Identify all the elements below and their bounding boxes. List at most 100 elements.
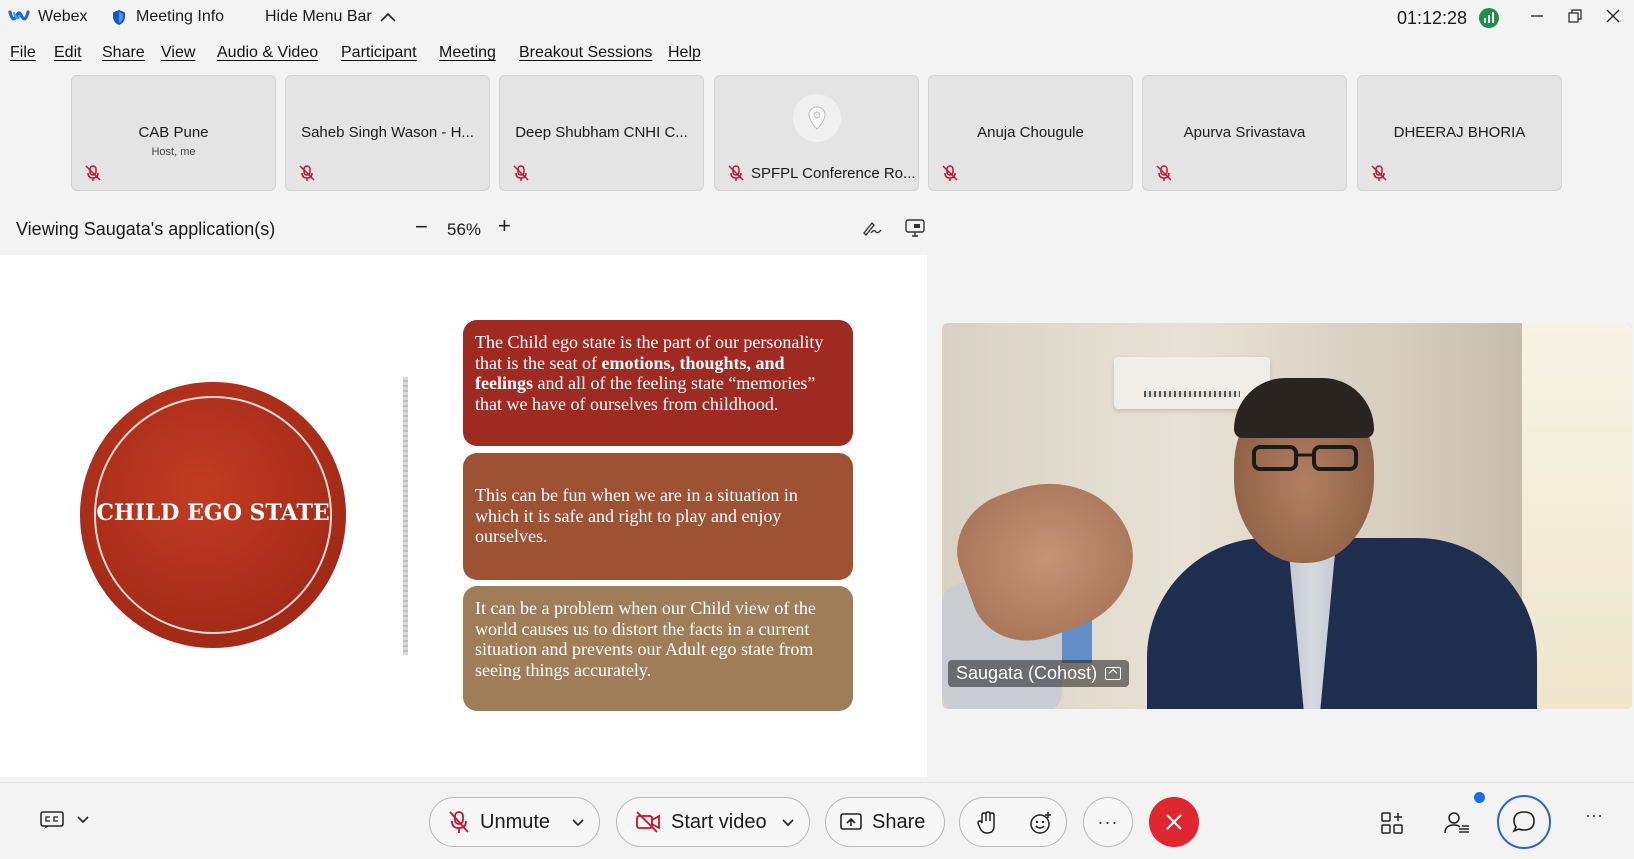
share-screen-icon [840,813,862,830]
muted-mic-icon [728,165,744,181]
menu-file[interactable]: File [10,44,36,62]
chat-button[interactable] [1497,795,1551,849]
muted-mic-icon [1156,165,1172,181]
minimize-button[interactable] [1522,4,1552,28]
start-video-label: Start video [671,810,767,833]
raise-hand-button[interactable] [960,798,1014,848]
location-pin-icon [808,106,826,130]
participant-tile[interactable]: Anuja Chougule [928,75,1133,191]
shared-content-slide: CHILD EGO STATE The Child ego state is t… [0,255,927,777]
share-label: Share [872,810,926,833]
annotate-button[interactable] [862,219,882,242]
menu-bar: File Edit Share View Audio & Video Parti… [0,44,1634,68]
participants-icon [1444,812,1469,834]
slide-text-box-1: The Child ego state is the part of our p… [463,320,853,446]
video-window-bg [1522,323,1632,709]
webex-app-label: Webex [8,8,88,26]
unmute-button[interactable]: Unmute [429,797,600,847]
pen-annotate-icon [863,221,882,237]
raise-hand-icon [977,811,995,834]
participant-tile[interactable]: SPFPL Conference Ro... [714,75,919,191]
menu-view[interactable]: View [161,44,195,62]
participant-tile[interactable]: Deep Shubham CNHI C... [499,75,704,191]
speaker-name-label: Saugata (Cohost) [948,660,1130,687]
more-icon: ··· [1097,811,1119,832]
menu-edit[interactable]: Edit [54,44,82,62]
network-stats-icon[interactable] [1479,8,1499,28]
participant-tile[interactable]: CAB Pune Host, me [71,75,276,191]
menu-meeting[interactable]: Meeting [439,44,496,62]
pop-out-share-button[interactable] [905,219,925,242]
avatar [793,94,841,142]
zoom-out-button[interactable]: − [415,214,428,240]
sharing-indicator-icon [1105,667,1122,680]
circle-title: CHILD EGO STATE [96,500,330,526]
participant-name: Apurva Srivastava [1183,124,1306,141]
participant-tile[interactable]: Saheb Singh Wason - H... [285,75,490,191]
participant-name: DHEERAJ BHORIA [1393,124,1526,141]
ego-state-circle: CHILD EGO STATE [80,382,346,648]
menu-participant[interactable]: Participant [341,44,417,62]
participants-panel-button[interactable] [1444,811,1470,840]
participant-role: Host, me [151,146,196,158]
unmute-label: Unmute [480,810,551,833]
muted-mic-icon [449,811,469,833]
zoom-in-button[interactable]: + [498,213,511,239]
meeting-info-button[interactable]: Meeting Info [112,8,224,26]
chevron-down-icon [782,819,794,827]
closed-captions-icon [40,811,64,829]
slide-text-box-2: This can be fun when we are in a situati… [463,453,853,580]
speaker-name: Saugata (Cohost) [956,663,1098,683]
participant-name: Anuja Chougule [977,124,1084,141]
menu-audio-video[interactable]: Audio & Video [217,44,318,62]
close-icon [1166,814,1182,830]
title-bar: Webex Meeting Info Hide Menu Bar 01:12:2… [0,0,1634,38]
hide-menu-bar-button[interactable]: Hide Menu Bar [265,8,396,26]
slide-divider [403,377,408,655]
closed-captions-button[interactable] [40,811,90,829]
sharing-status-label: Viewing Saugata's application(s) [16,219,276,239]
leave-meeting-button[interactable] [1149,797,1199,847]
apps-grid-icon [1381,812,1403,834]
participant-name: Saheb Singh Wason - H... [301,124,474,141]
video-person-hair [1234,378,1374,438]
close-icon [1606,9,1620,23]
apps-button[interactable] [1380,811,1404,840]
participant-name: CAB Pune [138,124,209,141]
restore-button[interactable] [1560,4,1590,28]
share-button[interactable]: Share [825,797,945,847]
video-person-glasses [1252,445,1358,471]
participant-name: SPFPL Conference Ro... [751,165,916,182]
app-name: Webex [38,8,88,25]
reactions-group [959,797,1067,847]
speaker-video[interactable]: Saugata (Cohost) [942,323,1632,709]
participant-tile[interactable]: Apurva Srivastava [1142,75,1347,191]
minimize-icon [1531,15,1543,17]
start-video-button[interactable]: Start video [616,797,810,847]
meeting-info-label: Meeting Info [136,8,225,25]
zoom-level: 56% [447,220,482,239]
chevron-down-icon [572,819,584,827]
muted-mic-icon [942,165,958,181]
hide-menu-bar-label: Hide Menu Bar [265,8,372,25]
notification-dot [1474,792,1485,803]
meeting-timer: 01:12:28 [1397,8,1468,28]
chevron-up-icon [380,12,396,22]
participant-name: Deep Shubham CNHI C... [515,124,688,141]
muted-mic-icon [1371,165,1387,181]
menu-breakout-sessions[interactable]: Breakout Sessions [519,44,652,62]
close-window-button[interactable] [1598,4,1628,28]
overflow-menu-button[interactable]: ··· [1585,805,1603,826]
menu-share[interactable]: Share [102,44,145,62]
meeting-controls-toolbar: Unmute Start video Share ··· ··· [0,782,1634,859]
monitor-popout-icon [905,219,925,237]
chat-bubble-icon [1512,811,1535,833]
emoji-reaction-icon [1030,812,1051,834]
webex-logo-icon [8,10,30,21]
participant-tile[interactable]: DHEERAJ BHORIA [1357,75,1562,191]
menu-help[interactable]: Help [668,44,701,62]
more-options-button[interactable]: ··· [1083,797,1133,847]
slide-text-box-3: It can be a problem when our Child view … [463,586,853,711]
muted-mic-icon [299,165,315,181]
reactions-button[interactable] [1014,798,1068,848]
